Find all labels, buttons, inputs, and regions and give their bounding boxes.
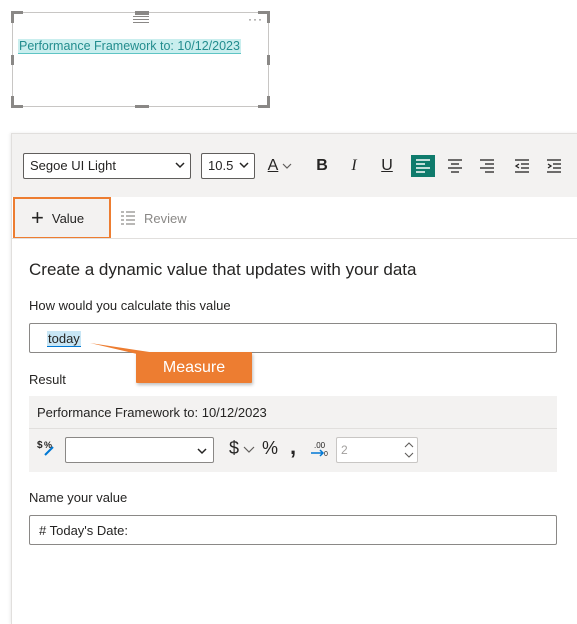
align-right-icon <box>480 159 494 173</box>
font-size-select[interactable]: 10.5 <box>201 153 255 179</box>
svg-text:.00: .00 <box>314 441 326 450</box>
chevron-down-icon[interactable] <box>243 445 255 455</box>
svg-text:0: 0 <box>324 451 328 458</box>
font-color-button[interactable]: A <box>263 153 297 179</box>
increase-indent-button[interactable] <box>542 155 566 177</box>
comma-style-button[interactable]: , <box>290 434 296 460</box>
italic-button[interactable]: I <box>343 153 365 179</box>
font-color-icon: A <box>267 157 279 174</box>
format-select[interactable] <box>65 437 214 463</box>
align-right-button[interactable] <box>475 155 499 177</box>
font-family-select[interactable]: Segoe UI Light <box>23 153 191 179</box>
chevron-down-icon <box>175 162 185 169</box>
name-input-value: # Today's Date: <box>39 523 128 538</box>
align-center-button[interactable] <box>443 155 467 177</box>
panel-heading: Create a dynamic value that updates with… <box>29 260 417 279</box>
text-format-panel: Segoe UI Light 10.5 A B I U + Value Revi… <box>11 133 577 624</box>
resize-corner-bottom-right[interactable] <box>258 96 270 108</box>
font-size-value: 10.5 <box>208 158 234 173</box>
tab-value-label: Value <box>51 210 85 226</box>
formatting-toolbar: Segoe UI Light 10.5 A B I U <box>12 134 577 197</box>
measure-callout: Measure <box>136 352 252 383</box>
tab-divider <box>12 238 577 239</box>
resize-handle-right[interactable] <box>267 55 270 65</box>
resize-handle-bottom[interactable] <box>135 105 149 108</box>
visual-dynamic-text[interactable]: Performance Framework to: 10/12/2023 <box>18 39 241 54</box>
plus-icon: + <box>31 205 44 230</box>
underline-button[interactable]: U <box>376 153 398 179</box>
indent-icon <box>547 159 561 173</box>
decimal-places-value: 2 <box>341 443 348 457</box>
percent-button[interactable]: % <box>262 438 278 459</box>
outdent-icon <box>514 159 529 173</box>
review-list-icon <box>121 211 135 225</box>
decimal-places-icon[interactable]: .00 0 <box>309 439 329 459</box>
bold-button[interactable]: B <box>311 153 333 179</box>
calc-input-value: today <box>47 331 81 347</box>
result-text: Performance Framework to: 10/12/2023 <box>37 405 267 420</box>
chevron-down-icon <box>239 162 249 169</box>
spinner-arrows-icon[interactable] <box>404 440 414 460</box>
resize-corner-top-left[interactable] <box>11 11 23 23</box>
currency-button[interactable]: $ <box>229 438 239 459</box>
tab-review[interactable]: Review <box>116 197 187 239</box>
tab-value[interactable]: + Value <box>13 197 111 239</box>
resize-corner-top-right[interactable] <box>258 11 270 23</box>
resize-handle-top[interactable] <box>135 11 149 15</box>
tab-review-label: Review <box>144 210 187 226</box>
resize-corner-bottom-left[interactable] <box>11 96 23 108</box>
text-box-visual[interactable]: ··· Performance Framework to: 10/12/2023 <box>11 11 270 108</box>
decrease-indent-button[interactable] <box>510 155 534 177</box>
format-icon[interactable]: $ % <box>37 438 59 458</box>
calc-label: How would you calculate this value <box>29 298 231 313</box>
align-left-icon <box>416 159 430 173</box>
align-left-button[interactable] <box>411 155 435 177</box>
result-divider <box>29 428 557 429</box>
svg-text:$: $ <box>37 440 43 451</box>
chevron-down-icon <box>197 448 207 455</box>
align-center-icon <box>448 159 462 173</box>
drag-grip-icon[interactable] <box>133 14 149 23</box>
decimal-places-input[interactable]: 2 <box>336 437 418 463</box>
name-label: Name your value <box>29 490 128 505</box>
result-preview: Performance Framework to: 10/12/2023 $ %… <box>29 396 557 472</box>
name-input[interactable]: # Today's Date: <box>29 515 557 545</box>
font-family-value: Segoe UI Light <box>30 158 117 173</box>
resize-handle-left[interactable] <box>11 55 14 65</box>
result-label: Result <box>29 372 66 387</box>
chevron-down-icon <box>282 163 292 169</box>
